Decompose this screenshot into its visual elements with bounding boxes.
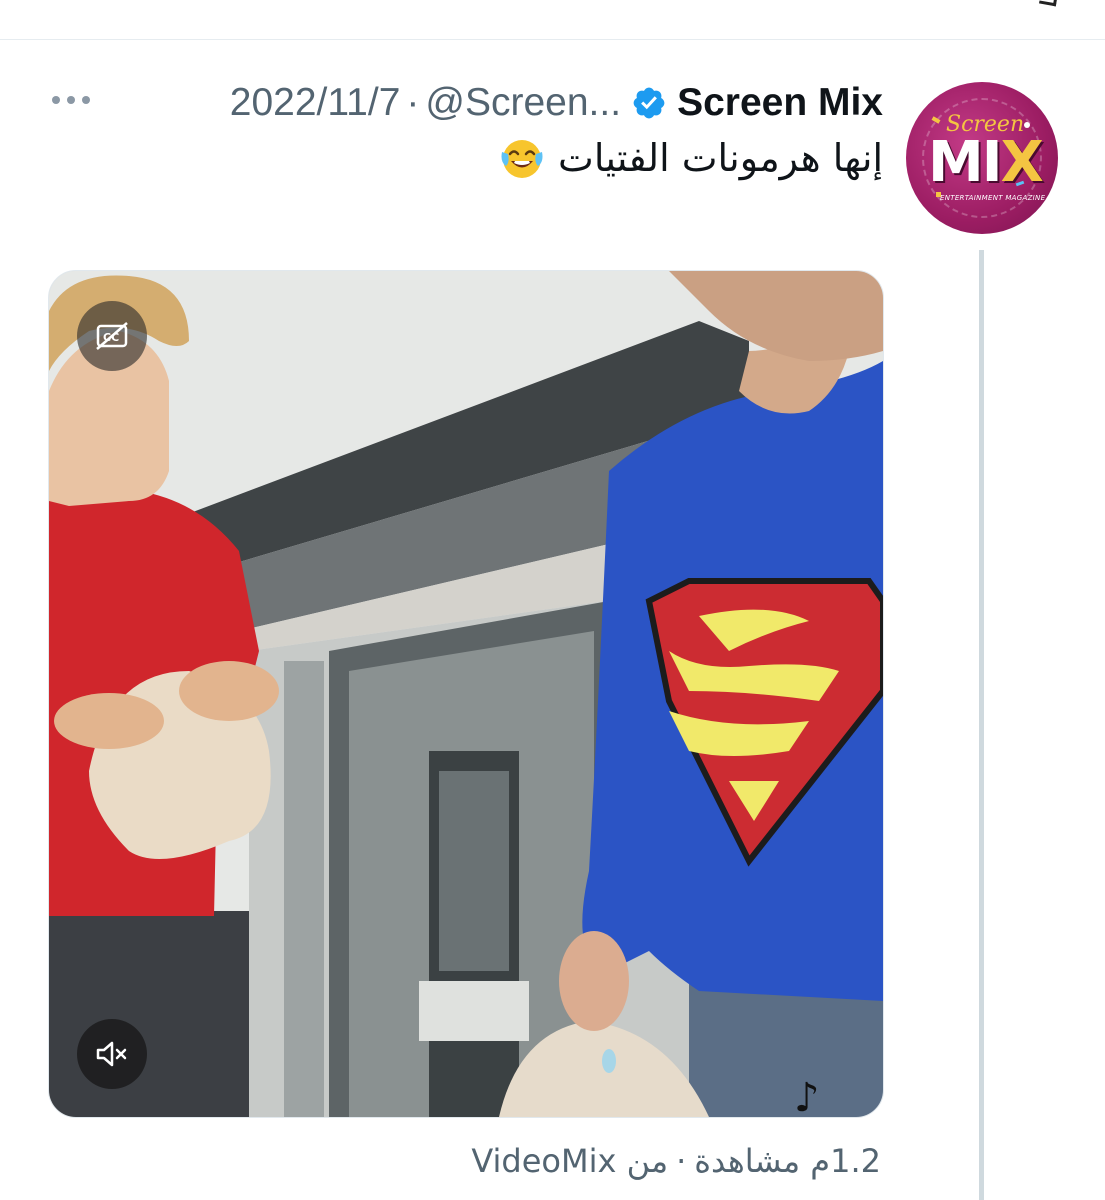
thread-line: [979, 250, 984, 1200]
view-count-line: 1.2م مشاهدة·من VideoMix: [471, 1142, 881, 1180]
avatar-logo: MIX: [928, 130, 1044, 195]
user-handle[interactable]: @Screen...: [425, 81, 621, 125]
avatar-confetti: [1024, 122, 1030, 128]
captions-off-icon[interactable]: CC: [77, 301, 147, 371]
more-options-icon[interactable]: [52, 96, 90, 104]
video-fingernail: [602, 1049, 616, 1073]
source-link[interactable]: VideoMix: [471, 1142, 616, 1180]
display-name[interactable]: Screen Mix: [677, 81, 883, 125]
view-count: 1.2م مشاهدة: [694, 1142, 881, 1180]
video-frame: ♪: [49, 271, 883, 1117]
avatar-logo-main: MI: [928, 130, 1003, 195]
tweet-page: Screen MIX ENTERTAINMENT MAGAZINE Screen…: [0, 0, 1105, 1200]
more-dot: [52, 96, 60, 104]
verified-badge-icon[interactable]: [631, 85, 667, 121]
video-inner-pane: [439, 771, 509, 971]
video-hand-right: [179, 661, 279, 721]
views-separator: ·: [676, 1142, 687, 1180]
video-interior-light: [419, 981, 529, 1041]
previous-tweet-remnant: [0, 0, 1105, 14]
video-hand-left: [54, 693, 164, 749]
video-hand-bottom: [559, 931, 629, 1031]
tweet-divider: [0, 39, 1105, 40]
video-window-frame: [284, 661, 324, 1117]
more-dot: [67, 96, 75, 104]
face-with-tears-of-joy-icon: [498, 134, 546, 182]
avatar-subtitle: ENTERTAINMENT MAGAZINE: [940, 194, 1046, 202]
video-person-left-jeans: [49, 911, 249, 1117]
avatar-logo-x: X: [1000, 130, 1044, 195]
source-prefix: من: [626, 1142, 669, 1180]
muted-speaker-icon[interactable]: [77, 1019, 147, 1089]
avatar[interactable]: Screen MIX ENTERTAINMENT MAGAZINE: [906, 82, 1058, 234]
tweet-header: Screen Mix @Screen... · 2022/11/7: [230, 78, 883, 128]
previous-tweet-icon: [1039, 0, 1058, 7]
header-separator: ·: [406, 81, 420, 124]
tweet-text-content: إنها هرمونات الفتيات: [558, 136, 883, 180]
tweet-date[interactable]: 2022/11/7: [230, 81, 401, 125]
tweet-video[interactable]: ♪ CC: [48, 270, 884, 1118]
video-watermark: ♪: [794, 1075, 820, 1117]
more-dot: [82, 96, 90, 104]
tweet-text: إنها هرمونات الفتيات: [498, 134, 883, 182]
